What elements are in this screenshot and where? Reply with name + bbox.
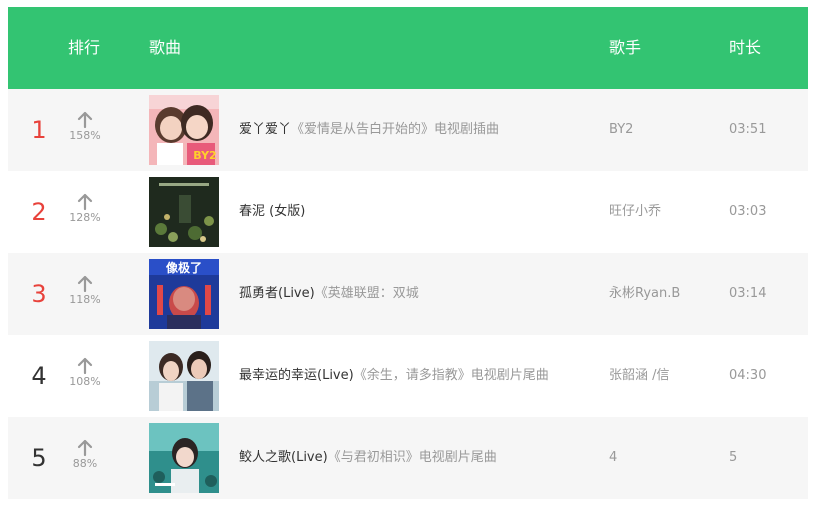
- rank-number: 3: [31, 280, 47, 308]
- song-name[interactable]: 春泥 (女版): [239, 204, 305, 219]
- artist-name[interactable]: 旺仔小乔: [609, 171, 661, 253]
- trend-indicator: 118%: [62, 275, 108, 313]
- cover-logo: 像极了: [166, 260, 202, 275]
- artist-name[interactable]: BY2: [609, 89, 633, 171]
- trend-indicator: 158%: [62, 111, 108, 149]
- song-row[interactable]: 1 158% BY2 爱丫爱丫《爱情是从告白开始的》电视剧插曲 BY2 03:5…: [8, 89, 808, 171]
- song-name[interactable]: 最幸运的幸运(Live): [239, 368, 354, 383]
- artist-name[interactable]: 永彬Ryan.B: [609, 253, 680, 335]
- song-subtitle: 《与君初相识》电视剧片尾曲: [327, 450, 497, 465]
- header-artist: 歌手: [609, 38, 642, 57]
- arrow-up-icon: [77, 275, 93, 293]
- arrow-up-icon: [77, 357, 93, 375]
- song-subtitle: 《英雄联盟：双城: [314, 286, 419, 301]
- arrow-up-icon: [77, 193, 93, 211]
- artist-name[interactable]: 张韶涵 /信: [609, 335, 670, 417]
- rank-number: 1: [31, 116, 47, 144]
- album-cover[interactable]: BY2: [149, 95, 219, 165]
- song-row[interactable]: 5 88% 鲛人之歌(Live)《与君初相识》电视剧片尾曲 4 5: [8, 417, 808, 499]
- song-row[interactable]: 2 128% 春泥 (女版) 旺仔小乔 03:03: [8, 171, 808, 253]
- song-title[interactable]: 孤勇者(Live)《英雄联盟：双城: [239, 253, 419, 335]
- song-chart-table: 排行 歌曲 歌手 时长 1 158% BY2 爱丫爱丫《爱情是从告白开始的》电视…: [8, 7, 808, 499]
- trend-percent: 108%: [69, 375, 101, 388]
- song-duration: 03:03: [729, 204, 767, 219]
- song-subtitle: 《爱情是从告白开始的》电视剧插曲: [291, 122, 500, 137]
- song-row[interactable]: 4 108% 最幸运的幸运(Live)《余生，请多指教》电视剧片尾曲 张韶涵 /…: [8, 335, 808, 417]
- album-cover[interactable]: 像极了: [149, 259, 219, 329]
- song-name[interactable]: 孤勇者(Live): [239, 286, 315, 301]
- song-list: 1 158% BY2 爱丫爱丫《爱情是从告白开始的》电视剧插曲 BY2 03:5…: [8, 89, 808, 499]
- song-title[interactable]: 最幸运的幸运(Live)《余生，请多指教》电视剧片尾曲: [239, 335, 549, 417]
- cover-logo: BY2: [193, 149, 216, 162]
- song-row[interactable]: 3 118% 像极了 孤勇者(Live)《英雄联盟：双城 永彬Ryan.B 03…: [8, 253, 808, 335]
- header-rank: 排行: [68, 38, 101, 57]
- trend-percent: 128%: [69, 211, 101, 224]
- table-header: 排行 歌曲 歌手 时长: [8, 7, 808, 89]
- rank-number: 4: [31, 362, 47, 390]
- rank-number: 2: [31, 198, 47, 226]
- arrow-up-icon: [77, 111, 93, 129]
- trend-percent: 118%: [69, 293, 101, 306]
- song-duration: 03:14: [729, 286, 767, 301]
- album-cover[interactable]: [149, 423, 219, 493]
- header-duration: 时长: [729, 38, 762, 57]
- artist-name[interactable]: 4: [609, 417, 617, 499]
- trend-percent: 158%: [69, 129, 101, 142]
- song-title[interactable]: 春泥 (女版): [239, 171, 305, 253]
- song-duration: 04:30: [729, 368, 767, 383]
- song-name[interactable]: 爱丫爱丫: [239, 122, 291, 137]
- header-song: 歌曲: [149, 38, 182, 57]
- album-cover[interactable]: [149, 341, 219, 411]
- trend-percent: 88%: [72, 457, 98, 470]
- rank-number: 5: [31, 444, 47, 472]
- song-title[interactable]: 鲛人之歌(Live)《与君初相识》电视剧片尾曲: [239, 417, 497, 499]
- album-cover[interactable]: [149, 177, 219, 247]
- trend-indicator: 128%: [62, 193, 108, 231]
- trend-indicator: 88%: [62, 439, 108, 477]
- song-duration: 5: [729, 450, 738, 465]
- arrow-up-icon: [77, 439, 93, 457]
- song-name[interactable]: 鲛人之歌(Live): [239, 450, 328, 465]
- song-title[interactable]: 爱丫爱丫《爱情是从告白开始的》电视剧插曲: [239, 89, 499, 171]
- trend-indicator: 108%: [62, 357, 108, 395]
- song-subtitle: 《余生，请多指教》电视剧片尾曲: [353, 368, 549, 383]
- song-duration: 03:51: [729, 122, 767, 137]
